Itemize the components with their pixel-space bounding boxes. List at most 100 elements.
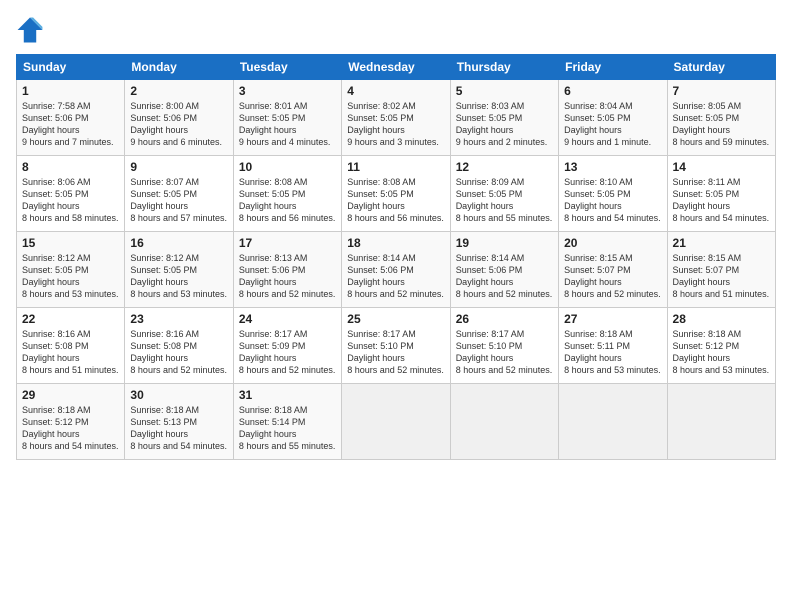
calendar-cell: 21 Sunrise: 8:15 AMSunset: 5:07 PMDayligh… <box>667 232 775 308</box>
day-info: Sunrise: 8:14 AMSunset: 5:06 PMDaylight … <box>347 252 444 301</box>
day-info: Sunrise: 8:01 AMSunset: 5:05 PMDaylight … <box>239 100 336 149</box>
calendar-cell: 5 Sunrise: 8:03 AMSunset: 5:05 PMDaylight… <box>450 80 558 156</box>
day-info: Sunrise: 8:12 AMSunset: 5:05 PMDaylight … <box>22 252 119 301</box>
day-info: Sunrise: 8:16 AMSunset: 5:08 PMDaylight … <box>130 328 227 377</box>
calendar-cell: 26 Sunrise: 8:17 AMSunset: 5:10 PMDayligh… <box>450 308 558 384</box>
day-number: 20 <box>564 236 661 250</box>
day-number: 22 <box>22 312 119 326</box>
day-number: 17 <box>239 236 336 250</box>
calendar-week-row: 22 Sunrise: 8:16 AMSunset: 5:08 PMDayligh… <box>17 308 776 384</box>
day-info: Sunrise: 8:04 AMSunset: 5:05 PMDaylight … <box>564 100 661 149</box>
calendar-cell: 3 Sunrise: 8:01 AMSunset: 5:05 PMDaylight… <box>233 80 341 156</box>
calendar-cell: 1 Sunrise: 7:58 AMSunset: 5:06 PMDaylight… <box>17 80 125 156</box>
day-number: 6 <box>564 84 661 98</box>
calendar-cell: 8Sunrise: 8:06 AMSunset: 5:05 PMDaylight… <box>17 156 125 232</box>
day-number: 26 <box>456 312 553 326</box>
calendar-week-row: 1 Sunrise: 7:58 AMSunset: 5:06 PMDaylight… <box>17 80 776 156</box>
calendar-header-row: SundayMondayTuesdayWednesdayThursdayFrid… <box>17 55 776 80</box>
day-info: Sunrise: 8:18 AMSunset: 5:12 PMDaylight … <box>22 404 119 453</box>
calendar-cell: 15Sunrise: 8:12 AMSunset: 5:05 PMDayligh… <box>17 232 125 308</box>
day-info: Sunrise: 8:11 AMSunset: 5:05 PMDaylight … <box>673 176 770 225</box>
calendar-cell: 11 Sunrise: 8:08 AMSunset: 5:05 PMDayligh… <box>342 156 450 232</box>
weekday-header: Tuesday <box>233 55 341 80</box>
calendar-cell: 9 Sunrise: 8:07 AMSunset: 5:05 PMDaylight… <box>125 156 233 232</box>
day-info: Sunrise: 8:15 AMSunset: 5:07 PMDaylight … <box>564 252 661 301</box>
day-number: 23 <box>130 312 227 326</box>
day-info: Sunrise: 8:03 AMSunset: 5:05 PMDaylight … <box>456 100 553 149</box>
calendar-cell: 6 Sunrise: 8:04 AMSunset: 5:05 PMDaylight… <box>559 80 667 156</box>
day-info: Sunrise: 8:17 AMSunset: 5:10 PMDaylight … <box>456 328 553 377</box>
day-number: 29 <box>22 388 119 402</box>
day-number: 13 <box>564 160 661 174</box>
day-number: 16 <box>130 236 227 250</box>
calendar-cell <box>667 384 775 460</box>
calendar-table: SundayMondayTuesdayWednesdayThursdayFrid… <box>16 54 776 460</box>
calendar-cell <box>559 384 667 460</box>
day-number: 30 <box>130 388 227 402</box>
day-number: 21 <box>673 236 770 250</box>
day-info: Sunrise: 8:14 AMSunset: 5:06 PMDaylight … <box>456 252 553 301</box>
day-number: 1 <box>22 84 119 98</box>
day-info: Sunrise: 8:18 AMSunset: 5:11 PMDaylight … <box>564 328 661 377</box>
calendar-cell: 31 Sunrise: 8:18 AMSunset: 5:14 PMDayligh… <box>233 384 341 460</box>
logo <box>16 16 46 44</box>
day-info: Sunrise: 8:13 AMSunset: 5:06 PMDaylight … <box>239 252 336 301</box>
calendar-cell: 20 Sunrise: 8:15 AMSunset: 5:07 PMDayligh… <box>559 232 667 308</box>
day-number: 10 <box>239 160 336 174</box>
day-info: Sunrise: 8:18 AMSunset: 5:13 PMDaylight … <box>130 404 227 453</box>
day-info: Sunrise: 8:00 AMSunset: 5:06 PMDaylight … <box>130 100 227 149</box>
calendar-cell: 24Sunrise: 8:17 AMSunset: 5:09 PMDayligh… <box>233 308 341 384</box>
calendar-cell: 18Sunrise: 8:14 AMSunset: 5:06 PMDayligh… <box>342 232 450 308</box>
day-info: Sunrise: 8:17 AMSunset: 5:10 PMDaylight … <box>347 328 444 377</box>
day-number: 31 <box>239 388 336 402</box>
logo-icon <box>16 16 44 44</box>
calendar-cell: 16 Sunrise: 8:12 AMSunset: 5:05 PMDayligh… <box>125 232 233 308</box>
day-number: 9 <box>130 160 227 174</box>
day-number: 19 <box>456 236 553 250</box>
calendar-cell <box>342 384 450 460</box>
calendar-cell: 13 Sunrise: 8:10 AMSunset: 5:05 PMDayligh… <box>559 156 667 232</box>
day-info: Sunrise: 8:08 AMSunset: 5:05 PMDaylight … <box>239 176 336 225</box>
weekday-header: Wednesday <box>342 55 450 80</box>
day-info: Sunrise: 8:16 AMSunset: 5:08 PMDaylight … <box>22 328 119 377</box>
day-number: 28 <box>673 312 770 326</box>
calendar-cell: 10 Sunrise: 8:08 AMSunset: 5:05 PMDayligh… <box>233 156 341 232</box>
day-info: Sunrise: 8:08 AMSunset: 5:05 PMDaylight … <box>347 176 444 225</box>
day-number: 2 <box>130 84 227 98</box>
day-info: Sunrise: 8:17 AMSunset: 5:09 PMDaylight … <box>239 328 336 377</box>
calendar-cell <box>450 384 558 460</box>
calendar-cell: 14Sunrise: 8:11 AMSunset: 5:05 PMDayligh… <box>667 156 775 232</box>
day-number: 3 <box>239 84 336 98</box>
calendar-cell: 29 Sunrise: 8:18 AMSunset: 5:12 PMDayligh… <box>17 384 125 460</box>
day-info: Sunrise: 8:10 AMSunset: 5:05 PMDaylight … <box>564 176 661 225</box>
day-info: Sunrise: 7:58 AMSunset: 5:06 PMDaylight … <box>22 100 119 149</box>
day-number: 11 <box>347 160 444 174</box>
day-number: 4 <box>347 84 444 98</box>
calendar-cell: 12Sunrise: 8:09 AMSunset: 5:05 PMDayligh… <box>450 156 558 232</box>
day-number: 5 <box>456 84 553 98</box>
day-info: Sunrise: 8:18 AMSunset: 5:12 PMDaylight … <box>673 328 770 377</box>
day-info: Sunrise: 8:18 AMSunset: 5:14 PMDaylight … <box>239 404 336 453</box>
weekday-header: Thursday <box>450 55 558 80</box>
calendar-cell: 22 Sunrise: 8:16 AMSunset: 5:08 PMDayligh… <box>17 308 125 384</box>
page: SundayMondayTuesdayWednesdayThursdayFrid… <box>0 0 792 612</box>
day-info: Sunrise: 8:05 AMSunset: 5:05 PMDaylight … <box>673 100 770 149</box>
weekday-header: Sunday <box>17 55 125 80</box>
day-number: 8 <box>22 160 119 174</box>
calendar-cell: 17 Sunrise: 8:13 AMSunset: 5:06 PMDayligh… <box>233 232 341 308</box>
calendar-cell: 7 Sunrise: 8:05 AMSunset: 5:05 PMDaylight… <box>667 80 775 156</box>
calendar-cell: 23 Sunrise: 8:16 AMSunset: 5:08 PMDayligh… <box>125 308 233 384</box>
day-info: Sunrise: 8:09 AMSunset: 5:05 PMDaylight … <box>456 176 553 225</box>
day-info: Sunrise: 8:07 AMSunset: 5:05 PMDaylight … <box>130 176 227 225</box>
day-info: Sunrise: 8:15 AMSunset: 5:07 PMDaylight … <box>673 252 770 301</box>
calendar-cell: 2 Sunrise: 8:00 AMSunset: 5:06 PMDaylight… <box>125 80 233 156</box>
calendar-cell: 30 Sunrise: 8:18 AMSunset: 5:13 PMDayligh… <box>125 384 233 460</box>
calendar-cell: 28 Sunrise: 8:18 AMSunset: 5:12 PMDayligh… <box>667 308 775 384</box>
day-info: Sunrise: 8:02 AMSunset: 5:05 PMDaylight … <box>347 100 444 149</box>
day-info: Sunrise: 8:12 AMSunset: 5:05 PMDaylight … <box>130 252 227 301</box>
header <box>16 16 776 44</box>
weekday-header: Monday <box>125 55 233 80</box>
calendar-week-row: 8Sunrise: 8:06 AMSunset: 5:05 PMDaylight… <box>17 156 776 232</box>
day-number: 7 <box>673 84 770 98</box>
calendar-week-row: 29 Sunrise: 8:18 AMSunset: 5:12 PMDayligh… <box>17 384 776 460</box>
